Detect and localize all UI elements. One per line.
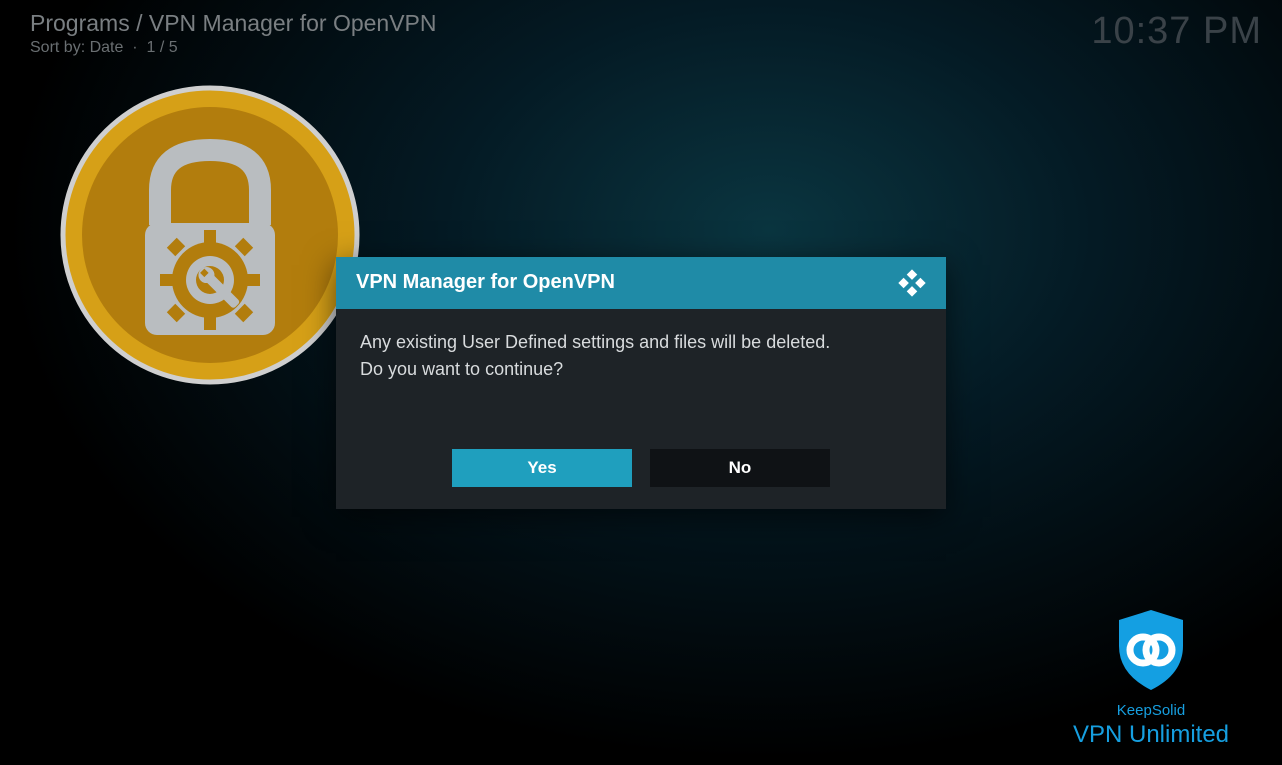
dialog-body: Any existing User Defined settings and f… [336, 309, 946, 449]
dialog-footer: Yes No [336, 449, 946, 509]
shield-icon [1046, 608, 1256, 692]
no-button[interactable]: No [650, 449, 830, 487]
dialog-header: VPN Manager for OpenVPN [336, 257, 946, 309]
dialog-message-line2: Do you want to continue? [360, 356, 922, 384]
dialog-message-line1: Any existing User Defined settings and f… [360, 329, 922, 357]
watermark-product: VPN Unlimited [1046, 721, 1256, 749]
watermark-brand: KeepSolid [1046, 702, 1256, 719]
kodi-logo-icon [898, 269, 926, 297]
dialog-title: VPN Manager for OpenVPN [356, 271, 615, 294]
watermark: KeepSolid VPN Unlimited [1046, 608, 1256, 749]
confirmation-dialog: VPN Manager for OpenVPN Any existing Use… [336, 257, 946, 509]
yes-button[interactable]: Yes [452, 449, 632, 487]
